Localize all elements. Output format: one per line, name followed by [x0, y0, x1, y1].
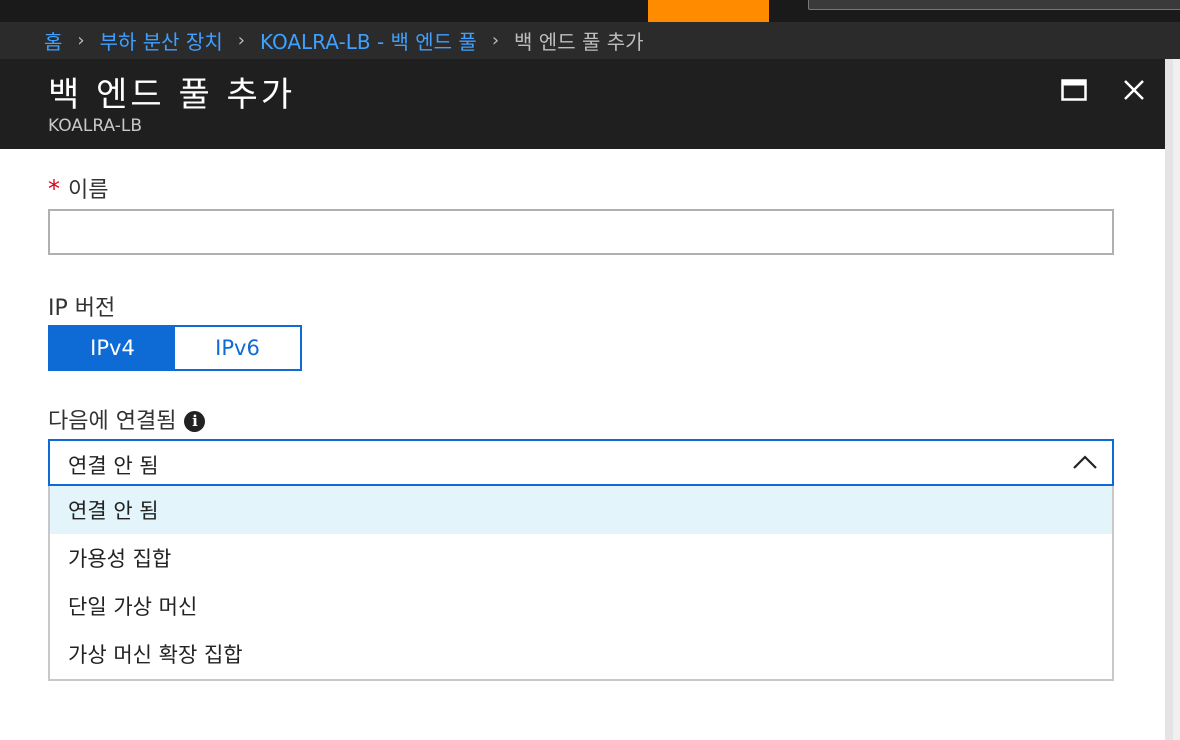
breadcrumb-current: 백 엔드 풀 추가	[514, 30, 644, 54]
breadcrumb: 홈 › 부하 분산 장치 › KOALRA-LB - 백 엔드 풀 › 백 엔드…	[0, 22, 1180, 59]
name-input[interactable]	[48, 209, 1114, 255]
associated-to-select[interactable]: 연결 안 됨	[48, 439, 1114, 486]
vertical-scrollbar[interactable]	[1165, 59, 1180, 740]
breadcrumb-load-balancers[interactable]: 부하 분산 장치	[100, 26, 223, 55]
maximize-icon	[1061, 79, 1087, 101]
chevron-up-icon	[1073, 455, 1097, 469]
option-not-associated[interactable]: 연결 안 됨	[50, 486, 1112, 534]
name-label: * 이름	[48, 172, 108, 204]
portal-top-bar	[0, 0, 1180, 22]
ip-version-toggle: IPv4 IPv6	[48, 325, 302, 371]
top-bar-accent[interactable]	[648, 0, 769, 22]
required-marker: *	[48, 175, 60, 203]
scrollbar-thumb[interactable]	[1165, 59, 1173, 740]
associated-to-label-text: 다음에 연결됨	[48, 409, 177, 434]
blade-title: 백 엔드 풀 추가	[48, 75, 296, 115]
associated-to-dropdown: 연결 안 됨 가용성 집합 단일 가상 머신 가상 머신 확장 집합	[48, 486, 1114, 681]
ip-version-label: IP 버전	[48, 296, 116, 321]
breadcrumb-backend-pools[interactable]: KOALRA-LB - 백 엔드 풀	[260, 26, 477, 55]
name-label-text: 이름	[68, 178, 109, 203]
global-search-input[interactable]	[808, 0, 1180, 10]
ipv6-option[interactable]: IPv6	[175, 327, 300, 369]
maximize-button[interactable]	[1057, 73, 1091, 107]
option-vm-scale-set[interactable]: 가상 머신 확장 집합	[50, 630, 1112, 678]
info-icon[interactable]: i	[184, 410, 206, 432]
close-icon	[1124, 80, 1144, 100]
chevron-right-icon: ›	[237, 30, 245, 51]
option-single-vm[interactable]: 단일 가상 머신	[50, 582, 1112, 630]
close-button[interactable]	[1117, 73, 1151, 107]
ipv4-option[interactable]: IPv4	[50, 327, 175, 369]
chevron-right-icon: ›	[77, 30, 85, 51]
breadcrumb-home[interactable]: 홈	[44, 26, 62, 55]
option-availability-set[interactable]: 가용성 집합	[50, 534, 1112, 582]
select-value: 연결 안 됨	[68, 454, 159, 478]
associated-to-label: 다음에 연결됨 i	[48, 403, 206, 435]
chevron-right-icon: ›	[491, 30, 500, 51]
blade-header: 백 엔드 풀 추가 KOALRA-LB	[0, 59, 1165, 149]
blade-subtitle: KOALRA-LB	[48, 116, 143, 136]
